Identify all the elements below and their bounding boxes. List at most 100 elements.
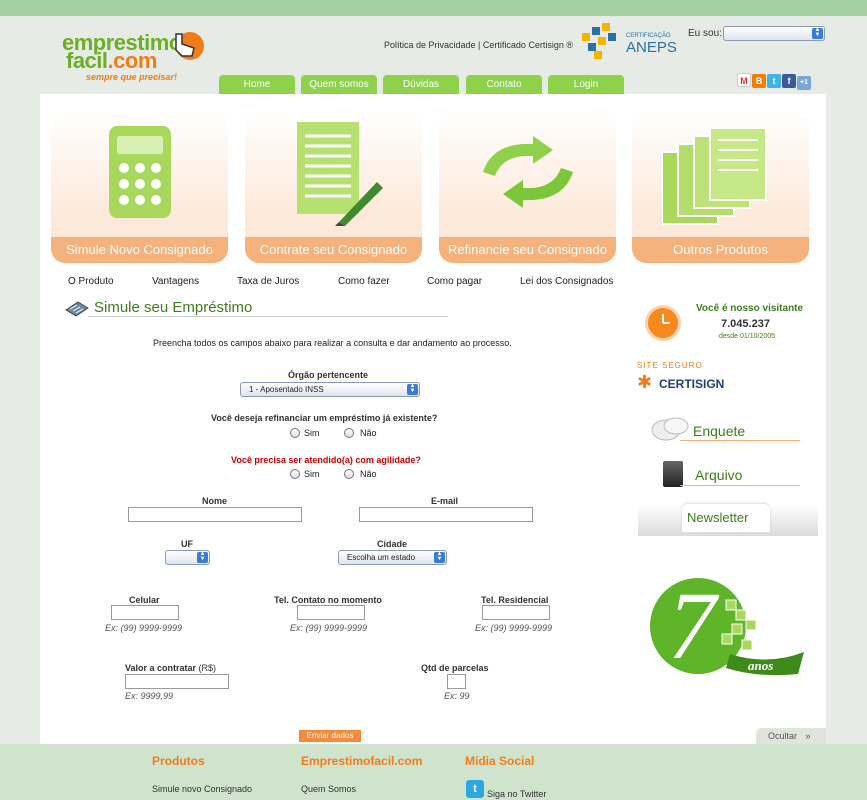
subnav-taxa-juros[interactable]: Taxa de Juros [237,276,299,287]
double-chevron-down-icon: » [805,731,811,741]
anos-number: 7 [668,572,720,679]
aneps-logo-icon [582,23,616,59]
select-arrows-icon: ▲ ▼ [812,27,823,39]
ocultar-button[interactable]: Ocultar » [756,728,826,744]
twitter-icon[interactable]: t [466,780,484,798]
tile-label: Contrate seu Consignado [245,237,422,263]
agilidade-nao-radio[interactable] [344,469,354,479]
visitor-since: desde 01/10/2005 [719,333,776,340]
footer-site-heading: Emprestimofacil.com [301,754,423,768]
tel-res-hint: Ex: (99) 9999-9999 [475,623,553,633]
subnav-o-produto[interactable]: O Produto [68,276,114,287]
tile-label: Simule Novo Consignado [51,237,228,263]
tile-outros[interactable]: Outros Produtos [632,110,809,263]
calculator-icon [109,126,171,218]
tile-refinancie[interactable]: Refinancie seu Consignado [439,110,616,263]
tile-contrate[interactable]: Contrate seu Consignado [245,110,422,263]
cidade-value: Escolha um estado [347,553,416,562]
valor-hint: Ex: 9999,99 [125,691,174,701]
enquete-link[interactable]: Enquete [693,423,745,439]
archive-icon [663,461,683,487]
social-icons: M Bt f +1 [737,73,812,90]
submit-button[interactable]: Enviar dados [299,730,361,742]
site-logo[interactable]: emprestimo facil.com sempre que precisar… [62,26,212,88]
email-field[interactable] [359,507,533,522]
cidade-label: Cidade [377,539,408,549]
top-links[interactable]: Política de Privacidade | Certificado Ce… [384,40,573,50]
footer-twitter-link[interactable]: Siga no Twitter [487,789,546,799]
tel-res-label: Tel. Residencial [481,595,549,605]
parcelas-label: Qtd de parcelas [421,663,489,673]
tile-simule[interactable]: Simule Novo Consignado [51,110,228,263]
twitter-icon[interactable]: t [767,74,781,88]
tel-momento-field[interactable] [297,605,365,620]
refinanciar-nao-radio[interactable] [344,428,354,438]
document-pen-icon [297,122,383,226]
calculator-small-icon [65,301,89,317]
footer-simule-link[interactable]: Simule novo Consignado [152,784,252,794]
logo-tagline: sempre que precisar! [86,72,178,82]
gmail-icon[interactable]: M [737,73,751,87]
subnav-lei-consignados[interactable]: Lei dos Consignados [520,276,613,287]
orgao-select[interactable]: 1 - Aposentado INSS ▲ ▼ [240,382,420,397]
eu-sou-label: Eu sou: [688,28,722,39]
nome-field[interactable] [128,507,302,522]
nav-duvidas[interactable]: Dúvidas [383,75,459,94]
tile-label: Refinancie seu Consignado [439,237,616,263]
refinanciar-sim-radio[interactable] [290,428,300,438]
tel-momento-label: Tel. Contato no momento [274,595,382,605]
nome-label: Nome [202,496,228,506]
google-plus-icon[interactable]: +1 [797,76,811,90]
footer-midia-heading: Mídia Social [465,754,535,768]
cidade-select[interactable]: Escolha um estado ▲ ▼ [338,550,447,565]
tile-label: Outros Produtos [632,237,809,263]
speech-bubble-icon [651,417,689,441]
eu-sou-select[interactable]: ▲ ▼ [723,26,825,41]
footer-produtos-heading: Produtos [152,754,205,768]
footer-quem-somos-link[interactable]: Quem Somos [301,784,356,794]
nav-login[interactable]: Login [548,75,624,94]
agilidade-sim-radio[interactable] [290,469,300,479]
uf-select[interactable]: ▲ ▼ [165,550,210,565]
subnav-vantagens[interactable]: Vantagens [152,276,199,287]
orgao-value: 1 - Aposentado INSS [249,385,324,394]
arquivo-link[interactable]: Arquivo [695,467,742,483]
visitor-count: 7.045.237 [721,318,770,330]
facebook-icon[interactable]: f [782,74,796,88]
refresh-arrows-icon [483,136,573,208]
subnav-como-pagar[interactable]: Como pagar [427,276,482,287]
secure-site-label: SITE SEGURO [637,361,703,370]
nav-quem-somos[interactable]: Quem somos [301,75,377,94]
tel-momento-hint: Ex: (99) 9999-9999 [290,623,368,633]
nav-home[interactable]: Home [219,75,295,94]
agilidade-question: Você precisa ser atendido(a) com agilida… [231,455,421,465]
anos-text: anos [748,658,773,673]
stacked-documents-icon [662,127,767,225]
subnav-como-fazer[interactable]: Como fazer [338,276,390,287]
footer [0,744,867,800]
top-stripe [0,0,867,16]
celular-field[interactable] [111,605,179,620]
title-divider [88,316,448,317]
newsletter-label: Newsletter [687,510,749,525]
orgao-label: Órgão pertencente [288,370,369,380]
logo-line2: facil.com [66,48,157,73]
select-arrows-icon: ▲ ▼ [434,551,445,563]
celular-hint: Ex: (99) 9999-9999 [105,623,183,633]
tel-res-field[interactable] [482,605,550,620]
aneps-certification: CERTIFICAÇÃO ANEPS [578,21,678,65]
select-arrows-icon: ▲ ▼ [407,383,418,395]
parcelas-field[interactable] [447,674,466,689]
arquivo-underline [680,485,800,486]
valor-field[interactable] [125,674,229,689]
blogger-icon[interactable]: B [752,74,766,88]
enquete-underline [680,440,800,441]
agilidade-nao-label: Não [360,469,377,479]
clock-icon [645,305,681,341]
nav-contato[interactable]: Contato [466,75,542,94]
refinanciar-sim-label: Sim [304,428,320,438]
agilidade-sim-label: Sim [304,469,320,479]
valor-label: Valor a contratar (R$) [125,663,217,673]
form-intro: Preencha todos os campos abaixo para rea… [153,338,512,348]
certisign-brand[interactable]: CERTISIGN [659,377,724,391]
